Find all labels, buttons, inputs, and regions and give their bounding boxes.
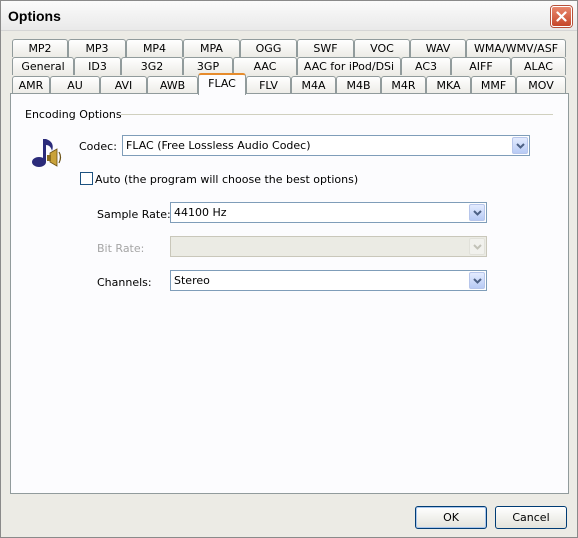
tab-mp4[interactable]: MP4 (126, 39, 183, 57)
codec-value: FLAC (Free Lossless Audio Codec) (126, 139, 311, 152)
cancel-button[interactable]: Cancel (495, 506, 567, 529)
sample-rate-label: Sample Rate: (97, 208, 171, 221)
ok-button[interactable]: OK (415, 506, 487, 529)
sample-rate-value: 44100 Hz (174, 206, 227, 219)
codec-dropdown-button[interactable] (512, 137, 528, 154)
channels-dropdown-button[interactable] (469, 272, 485, 289)
tab-mka[interactable]: MKA (426, 76, 471, 94)
chevron-down-icon (472, 243, 482, 250)
tab-row-1: MP2 MP3 MP4 MPA OGG SWF VOC WAV WMA/WMV/… (1, 39, 577, 57)
tab-m4a[interactable]: M4A (291, 76, 336, 94)
bit-rate-select (170, 236, 487, 257)
tab-m4r[interactable]: M4R (381, 76, 426, 94)
bit-rate-label: Bit Rate: (97, 242, 145, 255)
bit-rate-dropdown-button (469, 238, 485, 255)
tab-panel-flac: Encoding Options Codec: FLAC (Free Lossl… (10, 93, 569, 494)
options-window: Options MP2 MP3 MP4 MPA OGG SWF VOC WAV … (0, 0, 578, 538)
tab-wav[interactable]: WAV (410, 39, 466, 57)
sample-rate-dropdown-button[interactable] (469, 204, 485, 221)
tab-awb[interactable]: AWB (147, 76, 198, 94)
chevron-down-icon (472, 209, 482, 216)
tab-au[interactable]: AU (50, 76, 100, 94)
tab-mpa[interactable]: MPA (183, 39, 240, 57)
channels-select[interactable]: Stereo (170, 270, 487, 291)
tab-general[interactable]: General (12, 57, 74, 75)
tab-swf[interactable]: SWF (297, 39, 354, 57)
tab-mp2[interactable]: MP2 (12, 39, 68, 57)
channels-value: Stereo (174, 274, 210, 287)
tab-m4b[interactable]: M4B (336, 76, 381, 94)
tab-wma-wmv-asf[interactable]: WMA/WMV/ASF (466, 39, 566, 57)
music-note-speaker-icon (30, 135, 66, 172)
window-title: Options (8, 8, 61, 24)
close-icon (556, 11, 567, 22)
close-button[interactable] (551, 6, 572, 27)
encoding-options-label: Encoding Options (25, 108, 128, 121)
tab-id3[interactable]: ID3 (74, 57, 121, 75)
codec-select[interactable]: FLAC (Free Lossless Audio Codec) (122, 135, 530, 156)
tab-ac3[interactable]: AC3 (401, 57, 451, 75)
tab-row-3: AMR AU AVI AWB FLAC FLV M4A M4B M4R MKA … (1, 73, 577, 95)
tab-row-2: General ID3 3G2 3GP AAC AAC for iPod/DSi… (1, 57, 577, 75)
channels-label: Channels: (97, 276, 152, 289)
tab-3g2[interactable]: 3G2 (121, 57, 183, 75)
tab-mp3[interactable]: MP3 (68, 39, 126, 57)
tab-aiff[interactable]: AIFF (451, 57, 511, 75)
chevron-down-icon (515, 142, 525, 149)
tab-mmf[interactable]: MMF (471, 76, 516, 94)
title-bar[interactable]: Options (1, 1, 577, 31)
tab-flac[interactable]: FLAC (198, 73, 246, 95)
tab-aac-for-ipod-dsi[interactable]: AAC for iPod/DSi (297, 57, 401, 75)
tab-amr[interactable]: AMR (12, 76, 50, 94)
tab-alac[interactable]: ALAC (511, 57, 566, 75)
tab-voc[interactable]: VOC (354, 39, 410, 57)
auto-label[interactable]: Auto (the program will choose the best o… (95, 173, 358, 186)
group-divider (121, 114, 553, 115)
tab-avi[interactable]: AVI (100, 76, 147, 94)
tab-ogg[interactable]: OGG (240, 39, 297, 57)
auto-checkbox[interactable] (80, 172, 93, 185)
tab-mov[interactable]: MOV (516, 76, 566, 94)
chevron-down-icon (472, 277, 482, 284)
tab-flv[interactable]: FLV (246, 76, 291, 94)
sample-rate-select[interactable]: 44100 Hz (170, 202, 487, 223)
codec-label: Codec: (79, 140, 117, 153)
